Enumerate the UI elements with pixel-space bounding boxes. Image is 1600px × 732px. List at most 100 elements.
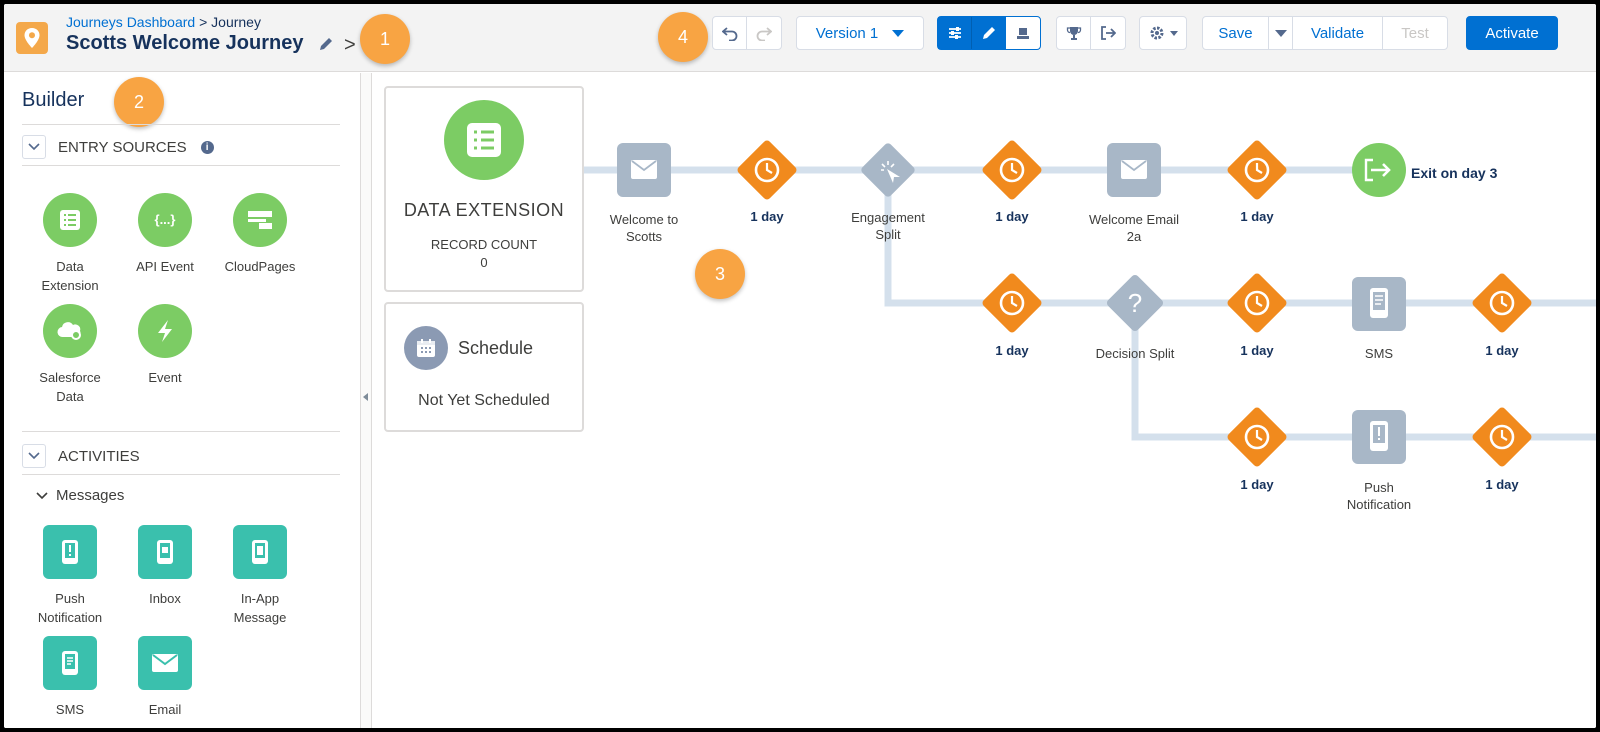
- palette-event[interactable]: Event: [119, 304, 211, 387]
- svg-text:?: ?: [1128, 288, 1142, 318]
- palette-label: Message: [233, 610, 287, 625]
- activity-label: Decision Split: [1095, 346, 1175, 361]
- pencil-icon[interactable]: [318, 36, 334, 52]
- trophy-icon: [1066, 27, 1081, 40]
- wait-activity[interactable]: [981, 272, 1043, 334]
- wait-duration-label: 1 day: [995, 209, 1029, 224]
- chevron-down-icon[interactable]: [22, 444, 46, 468]
- palette-label: Data: [56, 259, 84, 274]
- palette-inbox[interactable]: Inbox: [119, 525, 211, 608]
- palette-data-extension[interactable]: Data Extension: [24, 193, 116, 295]
- goal-exit-group: [1056, 16, 1126, 50]
- wait-activity[interactable]: [1226, 272, 1288, 334]
- wait-activity[interactable]: [1226, 139, 1288, 201]
- decision-split-activity[interactable]: ?: [1105, 273, 1164, 332]
- messages-header[interactable]: Messages: [36, 487, 124, 504]
- inbox-icon: [138, 525, 192, 579]
- save-options-dropdown[interactable]: [1269, 17, 1293, 49]
- wait-duration-label: 1 day: [1240, 343, 1274, 358]
- email-activity-welcome[interactable]: [617, 143, 671, 197]
- goals-mode-button[interactable]: [1006, 17, 1040, 49]
- wait-duration-label: 1 day: [1485, 477, 1519, 492]
- settings-mode-button[interactable]: [938, 17, 972, 49]
- palette-label: Notification: [37, 610, 103, 625]
- activities-title: ACTIVITIES: [58, 447, 140, 465]
- record-count-label: RECORD COUNT: [430, 237, 538, 252]
- journey-builder-window: Journeys Dashboard > Journey Scotts Welc…: [4, 4, 1596, 728]
- palette-label: CloudPages: [224, 259, 296, 274]
- palette-sms[interactable]: SMS: [24, 636, 116, 719]
- journey-builder-logo: [16, 22, 48, 54]
- schedule-card[interactable]: Schedule Not Yet Scheduled: [384, 302, 584, 432]
- palette-api-event[interactable]: {...} API Event: [119, 193, 211, 276]
- cloudpages-icon: [233, 193, 287, 247]
- email-activity-welcome-2a[interactable]: [1107, 143, 1161, 197]
- stamp-icon: [1016, 28, 1029, 39]
- palette-label: Email: [148, 702, 182, 717]
- exit-activity[interactable]: [1352, 143, 1406, 197]
- exit-criteria-button[interactable]: [1091, 17, 1125, 49]
- breadcrumb-current: Journey: [211, 14, 261, 30]
- activity-label: SMS: [1364, 346, 1394, 361]
- builder-panel: Builder 2 ENTRY SOURCES i Data Extension …: [4, 73, 361, 728]
- chevron-down-icon[interactable]: [22, 135, 46, 159]
- activities-header[interactable]: ACTIVITIES: [22, 444, 140, 468]
- version-dropdown[interactable]: Version 1: [796, 16, 924, 50]
- schedule-label: Schedule: [458, 337, 534, 358]
- activity-label: Welcome to Scotts: [609, 212, 679, 244]
- entry-sources-header[interactable]: ENTRY SOURCES i: [22, 135, 214, 159]
- sms-activity[interactable]: [1352, 277, 1406, 331]
- palette-email[interactable]: Email: [119, 636, 211, 719]
- entry-source-card[interactable]: DATA EXTENSION RECORD COUNT 0: [384, 86, 584, 292]
- entry-sources-title: ENTRY SOURCES: [58, 138, 187, 156]
- palette-label: Data: [56, 389, 84, 404]
- palette-label: SMS: [55, 702, 85, 717]
- activate-button[interactable]: Activate: [1466, 16, 1558, 50]
- data-extension-icon: [444, 100, 524, 180]
- engagement-split-activity[interactable]: [860, 142, 917, 199]
- callout-badge: 4: [658, 12, 708, 62]
- palette-label: Inbox: [149, 591, 181, 606]
- gear-icon: [1150, 26, 1163, 40]
- breadcrumb-separator: >: [199, 14, 208, 30]
- wait-activity[interactable]: [736, 139, 798, 201]
- test-button[interactable]: Test: [1383, 17, 1447, 49]
- undo-button[interactable]: [713, 17, 747, 49]
- in-app-message-icon: [233, 525, 287, 579]
- sliders-icon: [948, 27, 961, 39]
- info-icon[interactable]: i: [200, 140, 214, 154]
- callout-badge: 2: [114, 77, 164, 127]
- save-button[interactable]: Save: [1203, 17, 1269, 49]
- entry-source-name: DATA EXTENSION: [403, 200, 565, 220]
- wait-activity[interactable]: [981, 139, 1043, 201]
- builder-title: Builder: [22, 89, 85, 111]
- goal-button[interactable]: [1057, 17, 1091, 49]
- wait-activity[interactable]: [1226, 406, 1288, 468]
- palette-in-app-message[interactable]: In-App Message: [214, 525, 306, 627]
- collapse-panel-handle[interactable]: [361, 73, 372, 728]
- salesforce-data-icon: [43, 304, 97, 358]
- activity-label: Welcome Email 2a: [1088, 212, 1180, 244]
- location-pin-icon: [24, 28, 40, 48]
- push-notification-icon: [43, 525, 97, 579]
- palette-salesforce-data[interactable]: Salesforce Data: [24, 304, 116, 406]
- push-notification-activity[interactable]: [1352, 410, 1406, 464]
- edit-mode-button[interactable]: [971, 17, 1006, 49]
- redo-button[interactable]: [747, 17, 781, 49]
- wait-activity[interactable]: [1471, 272, 1533, 334]
- settings-menu-button[interactable]: [1139, 16, 1187, 50]
- palette-cloudpages[interactable]: CloudPages: [214, 193, 306, 276]
- validate-button[interactable]: Validate: [1293, 17, 1383, 49]
- palette-push-notification[interactable]: Push Notification: [24, 525, 116, 627]
- wait-duration-label: 1 day: [1240, 209, 1274, 224]
- breadcrumb-journeys-dashboard[interactable]: Journeys Dashboard: [66, 14, 195, 30]
- wait-duration-label: 1 day: [750, 209, 784, 224]
- wait-activity[interactable]: [1471, 406, 1533, 468]
- sms-icon: [43, 636, 97, 690]
- mode-toggle-group: [937, 16, 1041, 50]
- schedule-status: Not Yet Scheduled: [418, 392, 550, 409]
- wait-duration-label: 1 day: [995, 343, 1029, 358]
- exit-label: Exit on day 3: [1411, 165, 1498, 181]
- pencil-icon: [983, 27, 996, 39]
- title-chevron-icon[interactable]: >: [344, 34, 356, 57]
